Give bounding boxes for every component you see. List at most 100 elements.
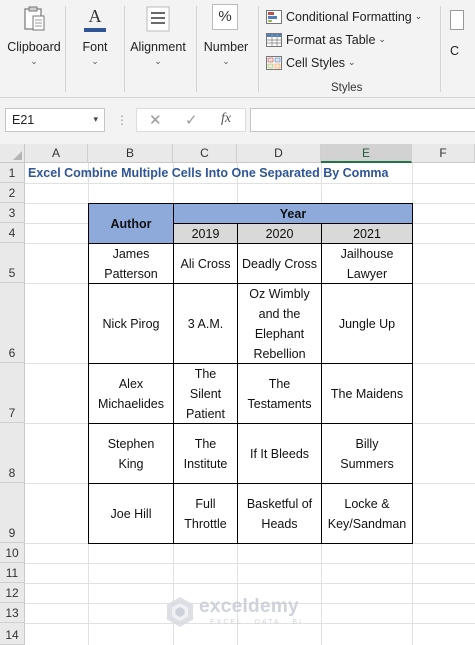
book-cell[interactable]: The Testaments xyxy=(237,363,322,424)
column-header-c[interactable]: C xyxy=(173,144,237,163)
row-header-1[interactable]: 1 xyxy=(0,163,25,183)
ribbon-divider xyxy=(65,6,66,92)
watermark-tagline: EXCEL · DATA · BI xyxy=(210,619,303,626)
book-cell[interactable]: Oz Wimbly and the Elephant Rebellion xyxy=(237,283,322,364)
chevron-down-icon: ⌄ xyxy=(30,56,38,66)
row-header-10[interactable]: 10 xyxy=(0,543,25,563)
author-header-cell[interactable]: Author xyxy=(88,203,174,244)
row-header-8[interactable]: 8 xyxy=(0,423,25,483)
author-cell[interactable]: James Patterson xyxy=(88,243,174,284)
book-cell[interactable]: Ali Cross xyxy=(173,243,238,284)
row-header-14[interactable]: 14 xyxy=(0,623,25,645)
enter-icon[interactable]: ✓ xyxy=(185,111,198,129)
font-label: Font xyxy=(82,40,108,54)
conditional-formatting-button[interactable]: Conditional Formatting ⌄ xyxy=(266,5,422,28)
book-cell[interactable]: Billy Summers xyxy=(321,423,413,484)
alignment-icon xyxy=(144,4,172,34)
alignment-label: Alignment xyxy=(130,40,186,54)
author-cell[interactable]: Joe Hill xyxy=(88,483,174,544)
column-header-e[interactable]: E xyxy=(321,144,412,163)
row-header-13[interactable]: 13 xyxy=(0,603,25,623)
book-cell[interactable]: Deadly Cross xyxy=(237,243,322,284)
insert-function-icon[interactable]: fx xyxy=(221,111,231,127)
book-cell[interactable]: The Institute xyxy=(173,423,238,484)
chevron-down-icon: ⌄ xyxy=(154,56,162,66)
author-cell[interactable]: Nick Pirog xyxy=(88,283,174,364)
percent-icon: % xyxy=(212,4,240,34)
row-header-11[interactable]: 11 xyxy=(0,563,25,583)
select-all-button[interactable] xyxy=(0,144,25,163)
chevron-down-icon: ⌄ xyxy=(378,34,386,44)
column-header-f[interactable]: F xyxy=(412,144,475,163)
book-cell[interactable]: Jungle Up xyxy=(321,283,413,364)
styles-group-caption: Styles xyxy=(331,82,363,94)
author-cell[interactable]: Stephen King xyxy=(88,423,174,484)
percent-glyph: % xyxy=(212,4,238,30)
row-header-12[interactable]: 12 xyxy=(0,583,25,603)
format-as-table-label: Format as Table xyxy=(286,32,376,47)
font-button[interactable]: A Font ⌄ xyxy=(70,4,120,66)
chevron-down-icon: ⌄ xyxy=(348,57,356,67)
cell-styles-icon xyxy=(266,55,282,70)
book-cell[interactable]: The Silent Patient xyxy=(173,363,238,424)
font-glyph: A xyxy=(88,6,102,26)
row-header-4[interactable]: 4 xyxy=(0,223,25,243)
more-options-icon[interactable]: ⋮ xyxy=(116,113,128,127)
cell-styles-label: Cell Styles xyxy=(286,55,346,70)
gridline xyxy=(25,563,475,564)
name-box-value: E21 xyxy=(12,113,35,127)
column-header-a[interactable]: A xyxy=(25,144,88,163)
gridline xyxy=(25,183,475,184)
book-cell[interactable]: 3 A.M. xyxy=(173,283,238,364)
chevron-down-icon: ⌄ xyxy=(222,56,230,66)
cell-styles-button[interactable]: Cell Styles ⌄ xyxy=(266,51,422,74)
format-as-table-button[interactable]: Format as Table ⌄ xyxy=(266,28,422,51)
cells-group-truncated[interactable]: C xyxy=(450,10,464,58)
font-icon: A xyxy=(81,4,109,34)
year-cell[interactable]: 2020 xyxy=(237,223,322,244)
formula-input[interactable] xyxy=(250,108,475,132)
year-header-cell[interactable]: Year xyxy=(173,203,413,224)
ribbon-divider xyxy=(196,6,197,92)
year-cell[interactable]: 2019 xyxy=(173,223,238,244)
author-cell[interactable]: Alex Michaelides xyxy=(88,363,174,424)
row-header-5[interactable]: 5 xyxy=(0,243,25,283)
alignment-button[interactable]: Alignment ⌄ xyxy=(128,4,188,66)
book-cell[interactable]: If It Bleeds xyxy=(237,423,322,484)
format-as-table-icon xyxy=(266,32,282,47)
cancel-icon[interactable]: ✕ xyxy=(149,111,162,129)
clipboard-label: Clipboard xyxy=(7,40,61,54)
row-header-6[interactable]: 6 xyxy=(0,283,25,363)
chevron-down-icon[interactable]: ▾ xyxy=(93,114,98,125)
number-button[interactable]: % Number ⌄ xyxy=(200,4,252,66)
book-cell[interactable]: Locke & Key/Sandman xyxy=(321,483,413,544)
conditional-formatting-label: Conditional Formatting xyxy=(286,9,412,24)
column-header-d[interactable]: D xyxy=(237,144,321,163)
book-cell[interactable]: Full Throttle xyxy=(173,483,238,544)
column-header-b[interactable]: B xyxy=(88,144,173,163)
row-header-2[interactable]: 2 xyxy=(0,183,25,203)
book-cell[interactable]: Jailhouse Lawyer xyxy=(321,243,413,284)
watermark-name: exceldemy xyxy=(199,596,299,617)
select-all-triangle xyxy=(13,151,22,160)
font-color-bar xyxy=(84,28,106,32)
cutoff-label: C xyxy=(450,44,460,58)
row-header-3[interactable]: 3 xyxy=(0,203,25,223)
name-box[interactable]: E21 ▾ xyxy=(5,108,105,132)
conditional-formatting-icon xyxy=(266,9,282,24)
clipboard-button[interactable]: Clipboard ⌄ xyxy=(6,4,62,66)
year-cell[interactable]: 2021 xyxy=(321,223,413,244)
clipboard-icon xyxy=(20,4,48,34)
chevron-down-icon: ⌄ xyxy=(414,11,423,21)
ribbon-divider xyxy=(440,6,441,92)
ribbon: Clipboard ⌄ A Font ⌄ Alignment ⌄ % Numbe… xyxy=(0,0,475,98)
styles-group: Conditional Formatting ⌄ Format as Table… xyxy=(266,5,422,74)
book-cell[interactable]: Basketful of Heads xyxy=(237,483,322,544)
exceldemy-logo-icon xyxy=(167,597,193,627)
row-header-9[interactable]: 9 xyxy=(0,483,25,543)
ribbon-divider xyxy=(124,6,125,92)
cutoff-icon xyxy=(450,10,464,30)
book-cell[interactable]: The Maidens xyxy=(321,363,413,424)
sheet-title[interactable]: Excel Combine Multiple Cells Into One Se… xyxy=(28,166,389,180)
row-header-7[interactable]: 7 xyxy=(0,363,25,423)
